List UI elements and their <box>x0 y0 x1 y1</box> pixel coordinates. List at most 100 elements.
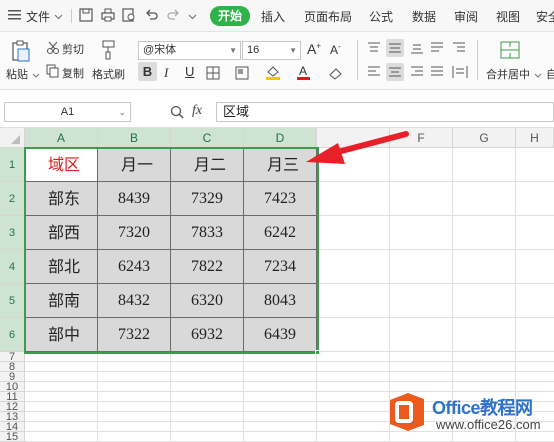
tab-view[interactable]: 视图 <box>496 8 520 25</box>
column-header-g[interactable]: G <box>453 128 516 148</box>
bold-button[interactable]: B <box>138 62 157 81</box>
cell-value[interactable]: 8432 <box>98 284 171 318</box>
select-all-corner[interactable] <box>0 128 25 148</box>
auto-wrap-button[interactable]: 自 <box>546 66 554 82</box>
align-center-icon[interactable] <box>386 63 404 81</box>
paste-icon[interactable] <box>10 40 32 65</box>
italic-button[interactable]: I <box>164 65 168 81</box>
chevron-down-icon[interactable] <box>534 69 542 83</box>
copy-button[interactable]: 复制 <box>62 65 84 81</box>
file-menu[interactable]: 文件 <box>26 8 50 25</box>
cell-style-icon[interactable] <box>235 66 249 83</box>
row-header-1[interactable]: 1 <box>0 148 25 182</box>
cell-region[interactable]: 南部 <box>25 284 98 318</box>
row-header-5[interactable]: 5 <box>0 284 25 318</box>
scissors-icon[interactable] <box>46 41 60 58</box>
formula-input[interactable]: 区域 <box>216 102 554 122</box>
undo-icon[interactable] <box>145 8 159 25</box>
align-bottom-icon[interactable] <box>410 42 424 57</box>
cell-value[interactable]: 6932 <box>171 318 244 352</box>
chevron-down-icon[interactable]: ⌄ <box>118 103 126 121</box>
merge-center-button[interactable]: 合并居中 <box>486 66 530 82</box>
align-left-icon[interactable] <box>367 66 381 81</box>
fx-icon[interactable]: fx <box>192 103 202 119</box>
zoom-icon[interactable] <box>170 105 184 122</box>
distribute-icon[interactable] <box>452 65 468 82</box>
annotation-arrow-icon <box>306 131 409 164</box>
indent-icon[interactable] <box>452 42 466 57</box>
align-middle-icon[interactable] <box>386 39 404 57</box>
tab-formulas[interactable]: 公式 <box>369 8 393 25</box>
font-name-value: @宋体 <box>143 44 177 56</box>
tab-data[interactable]: 数据 <box>412 8 436 25</box>
cell-value[interactable]: 6439 <box>244 318 317 352</box>
paste-button[interactable]: 粘贴 <box>6 66 28 82</box>
chevron-down-icon[interactable]: ▼ <box>229 42 237 59</box>
hamburger-menu-icon[interactable] <box>8 9 22 24</box>
cut-button[interactable]: 剪切 <box>62 41 84 57</box>
chevron-down-icon[interactable] <box>32 69 40 83</box>
cell-value[interactable]: 8439 <box>98 182 171 216</box>
row-header-2[interactable]: 2 <box>0 182 25 216</box>
chevron-down-icon[interactable] <box>188 10 197 24</box>
justify-icon[interactable] <box>430 66 444 81</box>
increase-font-size-icon[interactable]: A+ <box>307 41 321 57</box>
cell-value[interactable]: 7329 <box>171 182 244 216</box>
print-preview-icon[interactable] <box>122 8 136 25</box>
cell-region[interactable]: 东部 <box>25 182 98 216</box>
fill-color-icon[interactable] <box>265 64 281 83</box>
tab-review[interactable]: 审阅 <box>454 8 478 25</box>
cell-value[interactable]: 7822 <box>171 250 244 284</box>
tab-page-layout[interactable]: 页面布局 <box>304 8 352 25</box>
format-painter-icon[interactable] <box>101 40 117 63</box>
cell-value[interactable]: 8043 <box>244 284 317 318</box>
cell-region[interactable]: 北部 <box>25 250 98 284</box>
print-icon[interactable] <box>101 8 115 25</box>
format-painter-button[interactable]: 格式刷 <box>92 66 125 82</box>
cell-region[interactable]: 中部 <box>25 318 98 352</box>
redo-icon[interactable] <box>166 8 180 25</box>
fill-handle[interactable] <box>315 350 320 355</box>
column-header-c[interactable]: C <box>171 128 244 148</box>
row-header-6[interactable]: 6 <box>0 318 25 352</box>
underline-button[interactable]: U <box>185 64 194 79</box>
svg-text:A: A <box>299 64 307 78</box>
font-size-select[interactable]: 16 ▼ <box>242 41 301 60</box>
cell-value[interactable]: 7322 <box>98 318 171 352</box>
cell-value[interactable]: 6242 <box>244 216 317 250</box>
row-header-4[interactable]: 4 <box>0 250 25 284</box>
tab-home[interactable]: 开始 <box>210 6 250 26</box>
font-color-icon[interactable]: A <box>297 64 311 83</box>
tab-security[interactable]: 安全 <box>536 8 554 25</box>
cell-a1-region-header[interactable]: 区域 <box>25 148 98 182</box>
cell-c1-month-header[interactable]: 二月 <box>171 148 244 182</box>
cell-value[interactable]: 7234 <box>244 250 317 284</box>
borders-icon[interactable] <box>206 66 220 83</box>
cell-region[interactable]: 西部 <box>25 216 98 250</box>
font-name-select[interactable]: @宋体 ▼ <box>138 41 241 60</box>
chevron-down-icon[interactable] <box>54 10 63 24</box>
save-icon[interactable] <box>79 8 93 25</box>
align-right-icon[interactable] <box>410 66 424 81</box>
cell-value[interactable]: 7423 <box>244 182 317 216</box>
chevron-down-icon[interactable]: ▼ <box>289 42 297 59</box>
column-header-a[interactable]: A <box>25 128 98 148</box>
watermark-url: www.office26.com <box>436 417 541 432</box>
cell-value[interactable]: 6320 <box>171 284 244 318</box>
row-header-3[interactable]: 3 <box>0 216 25 250</box>
align-top-icon[interactable] <box>367 42 381 57</box>
column-header-h[interactable]: H <box>516 128 554 148</box>
eraser-icon[interactable] <box>328 66 344 83</box>
name-box[interactable]: A1 ⌄ <box>4 102 131 122</box>
row-header-15[interactable]: 15 <box>0 432 25 442</box>
copy-icon[interactable] <box>46 64 60 81</box>
cell-value[interactable]: 7833 <box>171 216 244 250</box>
orientation-icon[interactable] <box>430 42 444 57</box>
decrease-font-size-icon[interactable]: A- <box>330 42 341 57</box>
cell-value[interactable]: 7320 <box>98 216 171 250</box>
cell-b1-month-header[interactable]: 一月 <box>98 148 171 182</box>
merge-center-icon[interactable] <box>500 40 520 63</box>
cell-value[interactable]: 6243 <box>98 250 171 284</box>
column-header-b[interactable]: B <box>98 128 171 148</box>
tab-insert[interactable]: 插入 <box>261 8 285 25</box>
